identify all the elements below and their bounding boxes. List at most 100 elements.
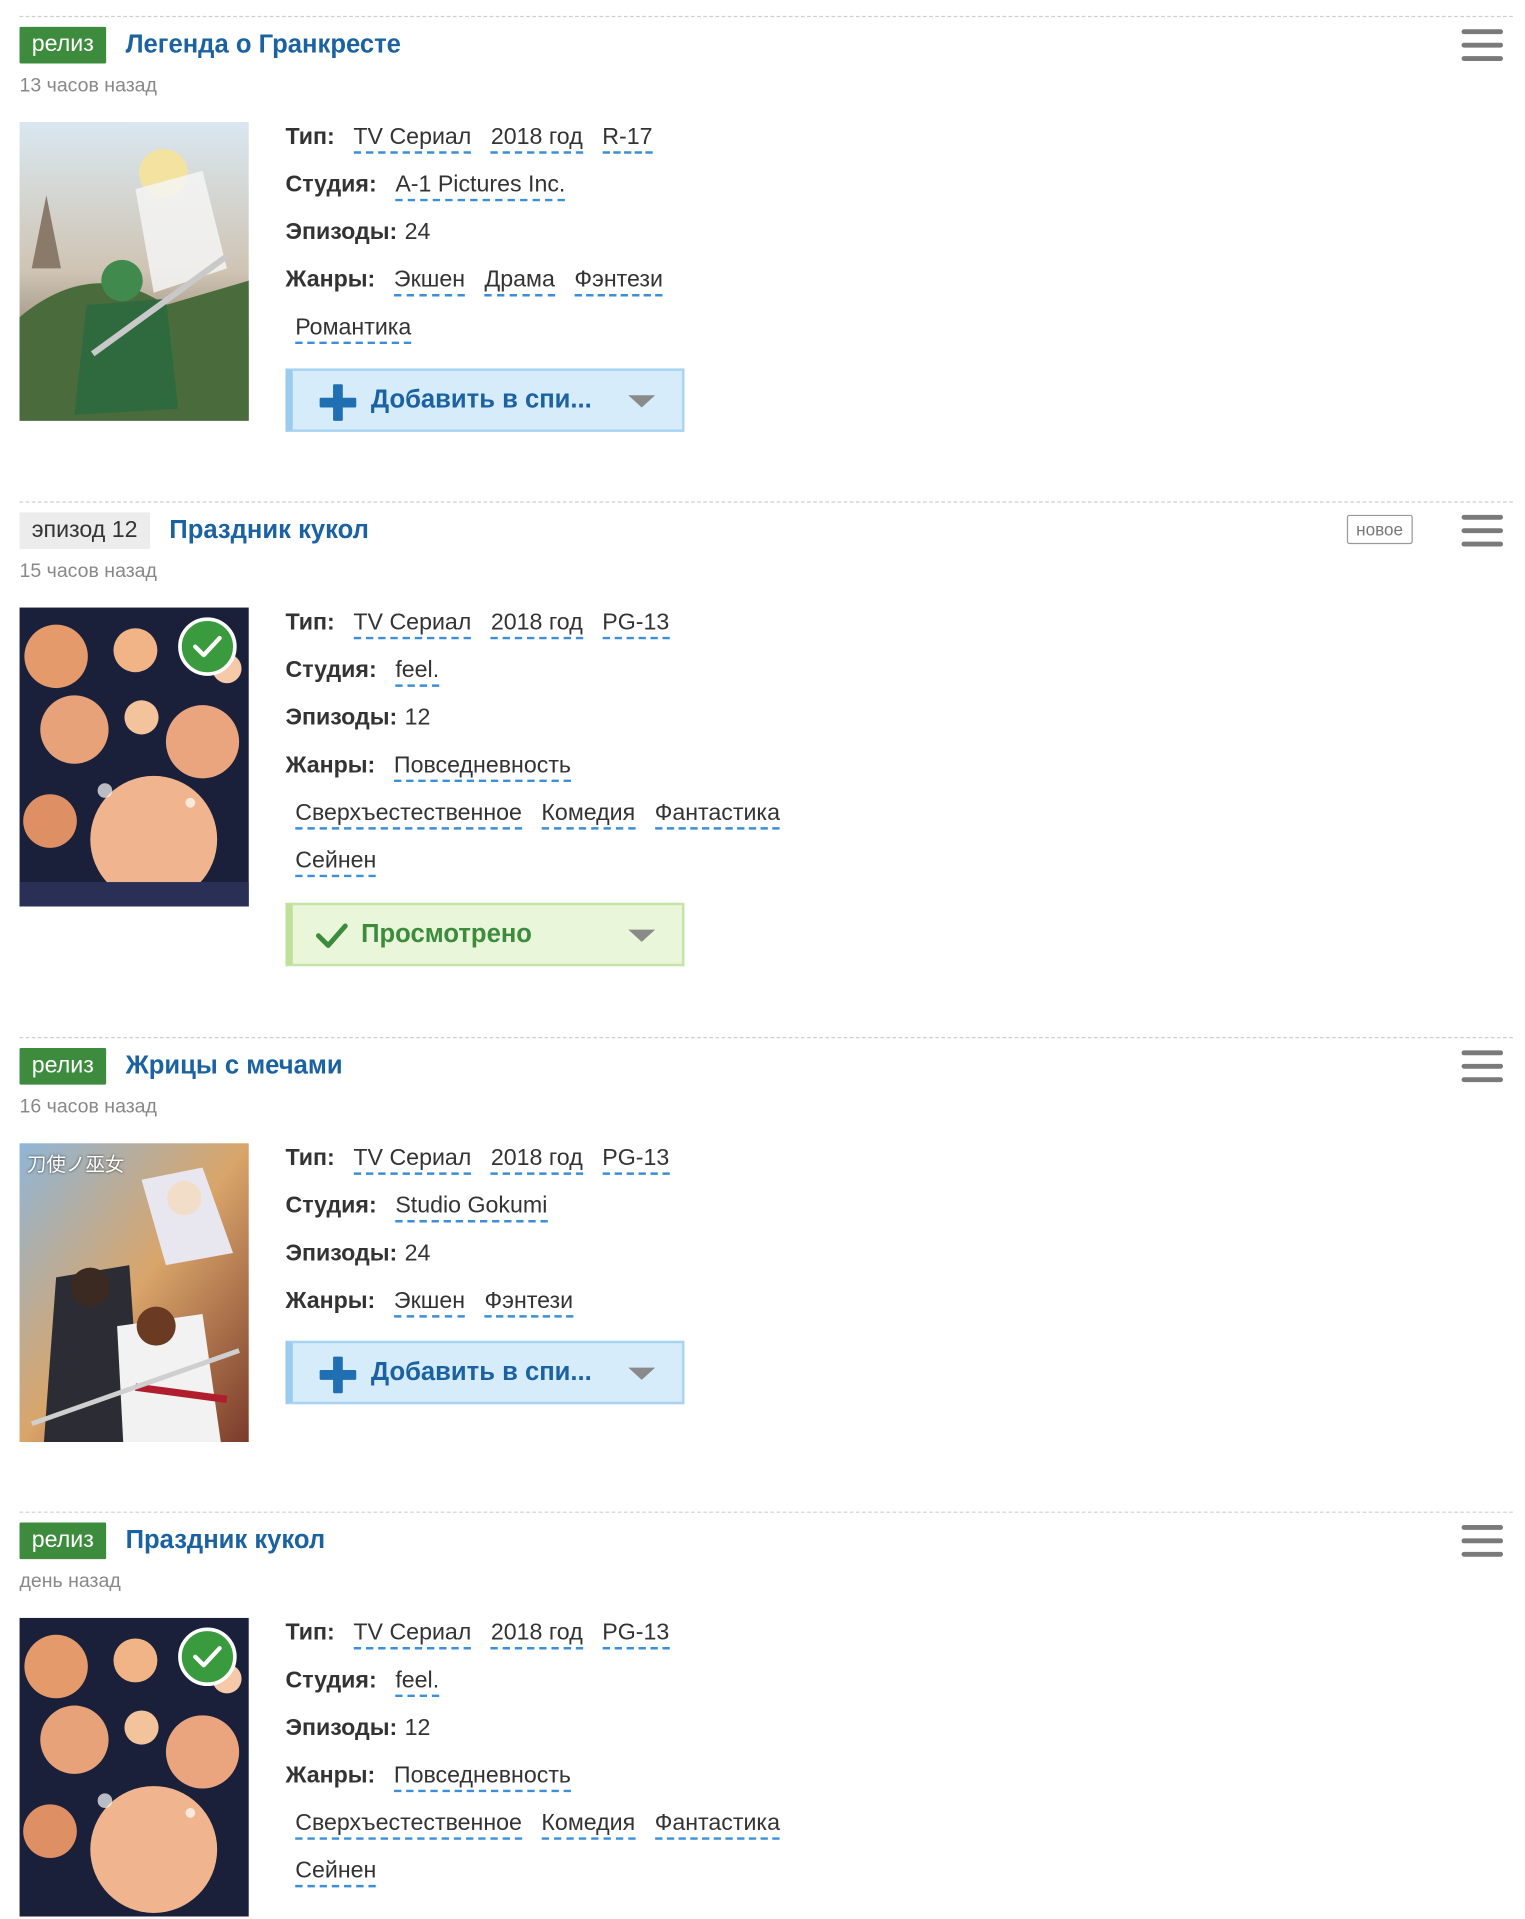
anime-title-link[interactable]: Праздник кукол	[126, 1526, 326, 1555]
type-tag[interactable]: TV Сериал	[353, 1146, 472, 1175]
type-label: Тип:	[285, 1620, 335, 1646]
year-tag[interactable]: 2018 год	[490, 1146, 583, 1175]
year-tag[interactable]: 2018 год	[490, 610, 583, 640]
entry-header: релиз Праздник кукол	[19, 1522, 326, 1560]
hamburger-menu-icon[interactable]	[1461, 514, 1504, 547]
add-to-list-button[interactable]: Добавить в спи...	[285, 1340, 685, 1405]
genres-row: Жанры: Экшен Драма Фэнтези	[285, 265, 1139, 313]
genres-label: Жанры:	[285, 752, 376, 779]
poster-image	[19, 1143, 249, 1443]
studio-label: Студия:	[285, 172, 377, 198]
add-to-list-label: Добавить в спи...	[370, 385, 592, 414]
genre-tag[interactable]: Экшен	[393, 267, 466, 297]
episodes-row: Эпизоды: 24	[285, 1238, 1139, 1286]
release-badge: релиз	[19, 1522, 107, 1560]
studio-tag[interactable]: feel.	[395, 1668, 440, 1698]
timestamp: 13 часов назад	[19, 75, 157, 97]
anime-title-link[interactable]: Легенда о Гранкресте	[126, 31, 401, 60]
watched-status-button[interactable]: Просмотрено	[285, 902, 685, 967]
rating-tag[interactable]: R-17	[602, 124, 653, 154]
plus-icon	[319, 384, 357, 421]
genres-row-continued: Сейнен	[285, 845, 1139, 893]
episodes-label: Эпизоды:	[285, 219, 398, 246]
type-tag[interactable]: TV Сериал	[353, 1620, 472, 1650]
rating-tag[interactable]: PG-13	[602, 1146, 670, 1175]
genre-tag[interactable]: Сверхъестественное	[295, 800, 522, 830]
anime-info: Тип: TV Сериал 2018 год R-17 Студия: A-1 P…	[285, 122, 1139, 360]
episodes-count: 24	[404, 219, 431, 246]
timestamp: 15 часов назад	[19, 561, 157, 582]
poster-japanese-title: 刀使ノ巫女	[26, 1152, 125, 1177]
genre-tag[interactable]: Фэнтези	[574, 267, 663, 297]
genre-tag[interactable]: Комедия	[541, 800, 636, 830]
anime-poster[interactable]: 刀使ノ巫女	[19, 1143, 249, 1443]
genre-tag[interactable]: Фантастика	[654, 800, 780, 830]
studio-label: Студия:	[285, 1667, 377, 1694]
genre-tag[interactable]: Романтика	[295, 315, 412, 345]
new-tag: новое	[1346, 514, 1413, 545]
dropdown-caret-icon[interactable]	[628, 395, 656, 408]
type-label: Тип:	[285, 1145, 335, 1172]
genre-tag[interactable]: Экшен	[393, 1288, 466, 1318]
genre-tag[interactable]: Фантастика	[654, 1810, 780, 1840]
dropdown-caret-icon[interactable]	[628, 1367, 656, 1380]
plus-icon	[319, 1356, 357, 1394]
studio-tag[interactable]: Studio Gokumi	[395, 1193, 548, 1223]
genre-tag[interactable]: Сверхъестественное	[295, 1810, 522, 1840]
rating-tag[interactable]: PG-13	[602, 1620, 670, 1650]
type-row: Тип: TV Сериал 2018 год PG-13	[285, 608, 1139, 656]
add-to-list-label: Добавить в спи...	[370, 1357, 592, 1386]
genres-row: Жанры: Повседневность	[285, 750, 1139, 798]
studio-row: Студия: feel.	[285, 655, 1139, 703]
genre-tag[interactable]: Повседневность	[393, 753, 572, 783]
genre-tag[interactable]: Фэнтези	[484, 1288, 574, 1318]
genres-row: Жанры: Повседневность	[285, 1760, 1139, 1808]
type-tag[interactable]: TV Сериал	[353, 124, 472, 154]
genres-row-continued: Романтика	[285, 312, 1139, 360]
release-badge: релиз	[19, 1047, 107, 1085]
episodes-row: Эпизоды: 12	[285, 1713, 1139, 1761]
anime-poster[interactable]	[19, 122, 249, 421]
checkmark-icon	[315, 923, 348, 948]
year-tag[interactable]: 2018 год	[490, 1620, 583, 1650]
hamburger-menu-icon[interactable]	[1461, 1525, 1504, 1557]
rating-tag[interactable]: PG-13	[602, 610, 670, 640]
genre-tag[interactable]: Повседневность	[393, 1763, 572, 1793]
genre-tag[interactable]: Сейнен	[295, 1858, 377, 1888]
episodes-count: 24	[404, 1240, 431, 1267]
hamburger-menu-icon[interactable]	[1461, 29, 1504, 61]
studio-tag[interactable]: feel.	[395, 658, 440, 687]
year-tag[interactable]: 2018 год	[490, 124, 583, 154]
anime-title-link[interactable]: Жрицы с мечами	[126, 1052, 343, 1081]
episode-badge: эпизод 12	[19, 512, 150, 549]
episodes-label: Эпизоды:	[285, 1715, 398, 1741]
anime-poster[interactable]	[19, 1617, 249, 1917]
feed-entry: релиз Праздник кукол день назад Тип: TV …	[19, 1511, 1513, 1919]
studio-tag[interactable]: A-1 Pictures Inc.	[395, 172, 566, 202]
anime-info: Тип: TV Сериал 2018 год PG-13 Студия: feel…	[285, 608, 1139, 893]
studio-row: Студия: feel.	[285, 1665, 1139, 1713]
type-label: Тип:	[285, 610, 335, 636]
episodes-row: Эпизоды: 24	[285, 217, 1139, 265]
hamburger-menu-icon[interactable]	[1461, 1050, 1504, 1083]
entry-header: релиз Жрицы с мечами	[19, 1047, 343, 1085]
studio-row: Студия: A-1 Pictures Inc.	[285, 170, 1139, 218]
genres-row: Жанры: Экшен Фэнтези	[285, 1286, 1139, 1334]
anime-poster[interactable]	[19, 607, 249, 907]
feed-entry: эпизод 12 Праздник кукол новое 15 часов …	[19, 501, 1513, 1015]
genres-row-continued: Сверхъестественное Комедия Фантастика	[285, 798, 1139, 846]
watched-label: Просмотрено	[361, 919, 532, 948]
feed-entry: релиз Жрицы с мечами 16 часов назад 刀使ノ巫…	[19, 1037, 1513, 1490]
anime-title-link[interactable]: Праздник кукол	[169, 516, 369, 545]
episodes-label: Эпизоды:	[285, 705, 398, 731]
episodes-row: Эпизоды: 12	[285, 703, 1139, 751]
entry-header: эпизод 12 Праздник кукол	[19, 512, 369, 549]
genre-tag[interactable]: Драма	[484, 267, 555, 297]
add-to-list-button[interactable]: Добавить в спи...	[285, 368, 685, 432]
type-label: Тип:	[285, 124, 335, 151]
genres-row-continued: Сейнен	[285, 1856, 1139, 1904]
genre-tag[interactable]: Комедия	[541, 1810, 636, 1840]
genre-tag[interactable]: Сейнен	[295, 848, 377, 878]
type-tag[interactable]: TV Сериал	[353, 610, 472, 640]
dropdown-caret-icon[interactable]	[628, 929, 656, 942]
